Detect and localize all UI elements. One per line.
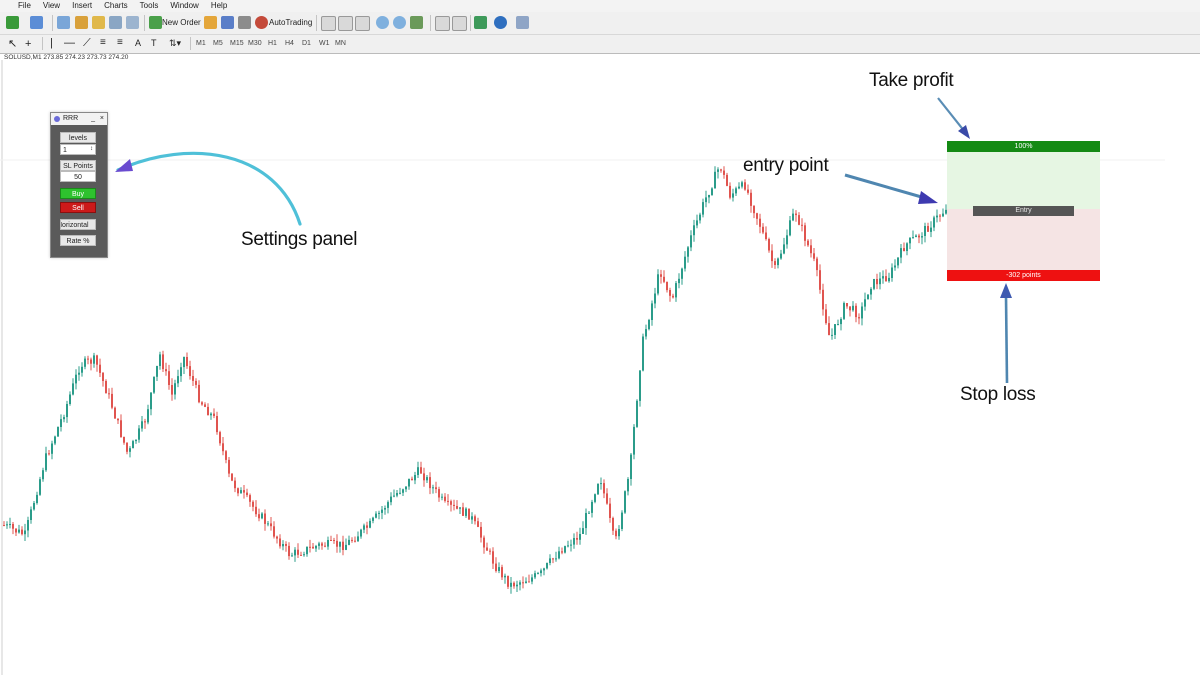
crosshair-icon[interactable]: +: [25, 36, 31, 52]
symbol-info: SOLUSD,M1 273.85 274.23 273.73 274.20: [4, 54, 129, 61]
fibonacci-icon[interactable]: ≡: [117, 35, 123, 51]
entry-label: Entry: [1015, 207, 1032, 214]
auto-scroll-icon[interactable]: [452, 16, 467, 31]
timeframe-h1[interactable]: H1: [268, 38, 277, 50]
templates-icon[interactable]: [516, 16, 529, 29]
drawing-toolbar: ↖ + | — ⟋ ≡ ≡ A T ⇅▾: [0, 35, 1200, 54]
toolbar-divider: [190, 37, 191, 50]
indicators-icon[interactable]: [474, 16, 487, 29]
new-order-button[interactable]: New Order: [162, 15, 201, 31]
panel-logo-icon: [54, 116, 60, 122]
timeframe-d1[interactable]: D1: [302, 38, 311, 50]
timeframe-m30[interactable]: M30: [248, 38, 262, 50]
terminal-icon[interactable]: [109, 16, 122, 29]
new-chart-icon[interactable]: [6, 16, 19, 29]
spinner-icon[interactable]: ↕: [90, 145, 93, 154]
stop-loss-zone: [947, 209, 1100, 270]
minimize-icon[interactable]: _: [91, 113, 95, 125]
main-toolbar: New Order AutoTrading: [0, 12, 1200, 35]
vertical-line-icon[interactable]: |: [50, 35, 53, 51]
menu-file[interactable]: File: [0, 0, 37, 12]
menu-help[interactable]: Help: [205, 0, 233, 12]
timeframe-m5[interactable]: M5: [213, 38, 223, 50]
bar-chart-icon[interactable]: [321, 16, 336, 31]
sl-points-label: SL Points: [60, 160, 96, 171]
autotrading-icon[interactable]: [255, 16, 268, 29]
stop-loss-annotation: Stop loss: [960, 384, 1036, 405]
take-profit-label: 100%: [1014, 143, 1033, 150]
timeframe-w1[interactable]: W1: [319, 38, 330, 50]
buy-button[interactable]: Buy: [60, 188, 96, 199]
entry-point-annotation: entry point: [743, 155, 829, 176]
horizontal-label: Horizontal: [60, 222, 89, 229]
horizontal-line-icon[interactable]: —: [64, 35, 75, 51]
stop-loss-label: -302 points: [1006, 272, 1041, 279]
arrows-icon[interactable]: ⇅▾: [169, 35, 181, 51]
menu-view[interactable]: View: [37, 0, 66, 12]
profiles-icon[interactable]: [30, 16, 43, 29]
take-profit-annotation: Take profit: [869, 70, 954, 91]
text-label-icon[interactable]: T: [151, 35, 157, 51]
timeframe-m1[interactable]: M1: [196, 38, 206, 50]
sell-button[interactable]: Sell: [60, 202, 96, 213]
levels-value: 1: [63, 147, 67, 154]
toolbar-divider: [52, 15, 53, 31]
market-watch-icon[interactable]: [57, 16, 70, 29]
panel-title: RRR: [63, 115, 79, 122]
market-icon[interactable]: [238, 16, 251, 29]
toolbar-divider: [470, 15, 471, 31]
menu-tools[interactable]: Tools: [134, 0, 165, 12]
menu-window[interactable]: Window: [164, 0, 204, 12]
zoom-in-icon[interactable]: [376, 16, 389, 29]
sl-points-input[interactable]: 50: [60, 171, 96, 182]
line-chart-icon[interactable]: [355, 16, 370, 31]
text-icon[interactable]: A: [135, 35, 141, 51]
channel-icon[interactable]: ≡: [100, 35, 106, 51]
strategy-tester-icon[interactable]: [126, 16, 139, 29]
settings-panel: RRR _ × levels 1 ↕ SL Points 50 Buy Sell…: [50, 112, 108, 258]
rate-button[interactable]: Rate %: [60, 235, 96, 246]
toolbar-divider: [316, 15, 317, 31]
levels-label: levels: [60, 132, 96, 143]
tile-windows-icon[interactable]: [410, 16, 423, 29]
cursor-icon[interactable]: ↖: [8, 36, 17, 52]
take-profit-zone: [947, 152, 1100, 209]
chart-shift-icon[interactable]: [435, 16, 450, 31]
toolbar-divider: [42, 37, 43, 50]
menu-insert[interactable]: Insert: [66, 0, 98, 12]
navigator-icon[interactable]: [92, 16, 105, 29]
timeframe-m15[interactable]: M15: [230, 38, 244, 50]
autotrading-button[interactable]: AutoTrading: [269, 15, 312, 31]
menu-charts[interactable]: Charts: [98, 0, 134, 12]
settings-panel-annotation: Settings panel: [241, 229, 358, 250]
menu-bar: File View Insert Charts Tools Window Help: [0, 0, 1200, 12]
metaeditor-icon[interactable]: [204, 16, 217, 29]
panel-titlebar[interactable]: RRR _ ×: [51, 113, 107, 125]
toolbar-divider: [144, 15, 145, 31]
candlestick-chart-icon[interactable]: [338, 16, 353, 31]
trendline-icon[interactable]: ⟋: [83, 35, 91, 51]
timeframe-mn[interactable]: MN: [335, 38, 346, 50]
new-order-icon[interactable]: [149, 16, 162, 29]
timeframe-h4[interactable]: H4: [285, 38, 294, 50]
levels-input[interactable]: 1 ↕: [60, 144, 96, 155]
data-window-icon[interactable]: [75, 16, 88, 29]
periods-icon[interactable]: [494, 16, 507, 29]
close-icon[interactable]: ×: [100, 113, 104, 125]
signals-icon[interactable]: [221, 16, 234, 29]
horizontal-button[interactable]: Horizontal: [60, 219, 96, 230]
zoom-out-icon[interactable]: [393, 16, 406, 29]
toolbar-divider: [430, 15, 431, 31]
